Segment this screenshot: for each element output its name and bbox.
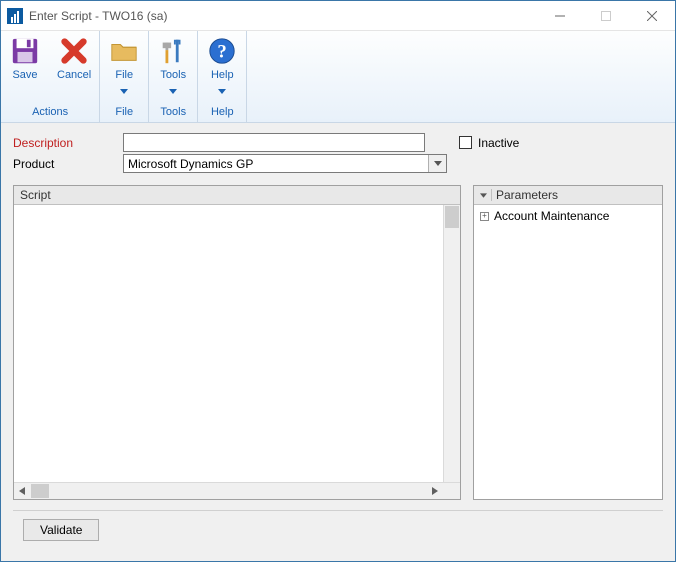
help-button[interactable]: ? Help xyxy=(198,31,246,103)
title-bar: Enter Script - TWO16 (sa) xyxy=(1,1,675,31)
ribbon-group-help: ? Help Help xyxy=(198,31,247,122)
ribbon-group-file: File File xyxy=(100,31,149,122)
close-button[interactable] xyxy=(629,1,675,31)
maximize-button[interactable] xyxy=(583,1,629,31)
ribbon-group-actions: Save Cancel Actions xyxy=(1,31,100,122)
scroll-left-icon xyxy=(14,483,31,500)
ribbon-group-label: Tools xyxy=(149,103,197,122)
scroll-right-icon xyxy=(426,483,443,500)
script-panel-header: Script xyxy=(14,186,460,205)
ribbon-toolbar: Save Cancel Actions File File xyxy=(1,31,675,123)
script-header-label: Script xyxy=(20,188,51,202)
file-button[interactable]: File xyxy=(100,31,148,103)
description-input[interactable] xyxy=(123,133,425,152)
ribbon-group-label: File xyxy=(100,103,148,122)
product-value: Microsoft Dynamics GP xyxy=(128,157,253,171)
tree-item[interactable]: + Account Maintenance xyxy=(480,209,656,223)
save-label: Save xyxy=(12,69,37,81)
description-row: Description Inactive xyxy=(13,133,663,152)
tools-icon xyxy=(157,35,189,67)
svg-text:?: ? xyxy=(218,42,227,63)
product-combobox[interactable]: Microsoft Dynamics GP xyxy=(123,154,447,173)
script-textarea[interactable] xyxy=(14,205,443,482)
panel-dropdown-icon[interactable] xyxy=(480,189,492,201)
parameters-panel-header: Parameters xyxy=(474,186,662,205)
expand-icon[interactable]: + xyxy=(480,212,489,221)
inactive-checkbox[interactable] xyxy=(459,136,472,149)
save-button[interactable]: Save xyxy=(1,31,49,103)
description-label: Description xyxy=(13,136,123,150)
minimize-button[interactable] xyxy=(537,1,583,31)
file-label: File xyxy=(115,69,133,81)
tools-label: Tools xyxy=(160,69,186,81)
vertical-scrollbar[interactable] xyxy=(443,205,460,482)
dropdown-icon xyxy=(169,83,177,97)
content-area: Description Inactive Product Microsoft D… xyxy=(1,123,675,561)
cancel-icon xyxy=(58,35,90,67)
parameters-header-label: Parameters xyxy=(496,188,558,202)
help-label: Help xyxy=(211,69,234,81)
footer-bar: Validate xyxy=(13,510,663,551)
save-icon xyxy=(9,35,41,67)
cancel-label: Cancel xyxy=(57,69,91,81)
combobox-dropdown-icon xyxy=(428,155,446,172)
tree-item-label: Account Maintenance xyxy=(494,209,609,223)
script-panel: Script xyxy=(13,185,461,500)
cancel-button[interactable]: Cancel xyxy=(49,31,99,103)
validate-button[interactable]: Validate xyxy=(23,519,99,541)
help-icon: ? xyxy=(206,35,238,67)
window-title: Enter Script - TWO16 (sa) xyxy=(29,9,167,23)
app-icon xyxy=(7,8,23,24)
horizontal-scrollbar[interactable] xyxy=(14,482,460,499)
product-label: Product xyxy=(13,157,123,171)
ribbon-group-label: Actions xyxy=(1,103,99,122)
parameters-panel: Parameters + Account Maintenance xyxy=(473,185,663,500)
product-row: Product Microsoft Dynamics GP xyxy=(13,154,663,173)
tools-button[interactable]: Tools xyxy=(149,31,197,103)
ribbon-group-tools: Tools Tools xyxy=(149,31,198,122)
folder-icon xyxy=(108,35,140,67)
ribbon-group-label: Help xyxy=(198,103,246,122)
inactive-label: Inactive xyxy=(478,136,519,150)
dropdown-icon xyxy=(120,83,128,97)
dropdown-icon xyxy=(218,83,226,97)
